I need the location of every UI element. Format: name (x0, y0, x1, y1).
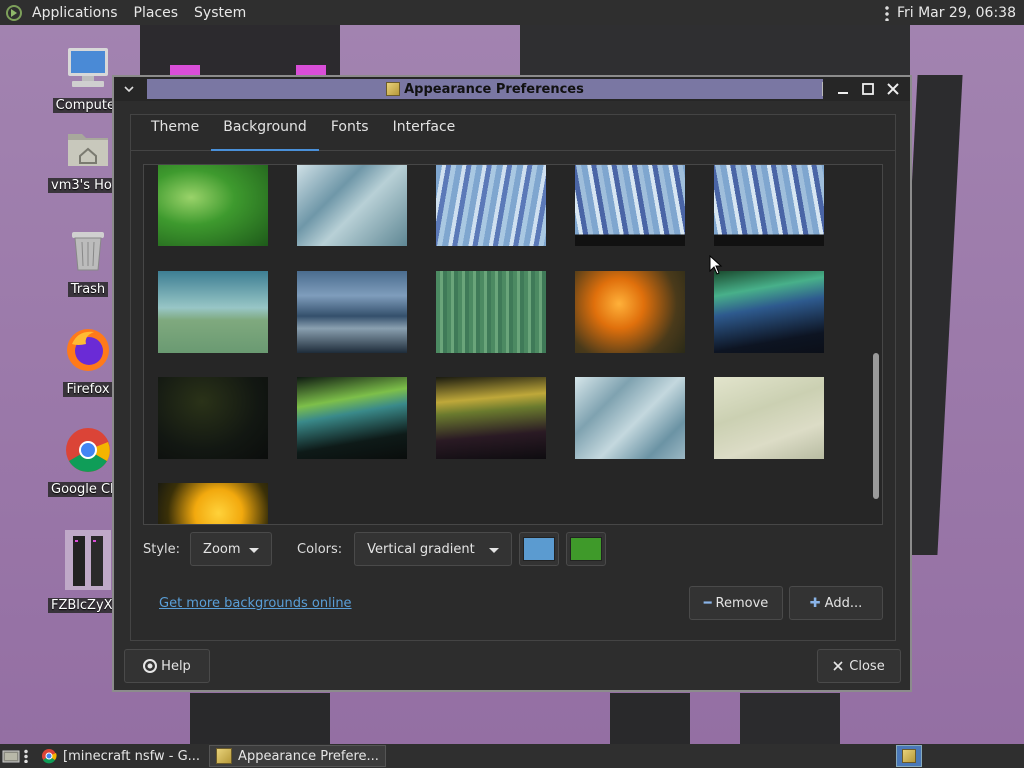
wallpaper-shape (190, 693, 330, 744)
background-list-scrollbar[interactable] (873, 353, 879, 499)
chevron-down-icon (489, 548, 500, 553)
appearance-icon (216, 748, 233, 764)
wallpaper-shape (610, 693, 690, 744)
colors-label: Colors: (297, 541, 343, 557)
chevron-down-icon (249, 548, 260, 553)
add-label: Add... (824, 595, 863, 611)
mate-logo-icon[interactable] (6, 4, 22, 21)
style-value: Zoom (203, 541, 241, 557)
minimize-button[interactable] (832, 78, 854, 100)
trash-icon (72, 232, 104, 271)
primary-color-button[interactable] (519, 532, 560, 566)
bottom-taskbar: [minecraft nsfw - G... Appearance Prefer… (0, 744, 1024, 768)
background-list[interactable] (143, 164, 883, 525)
plus-icon: ✚ (809, 595, 821, 611)
menu-places[interactable]: Places (134, 5, 179, 21)
top-panel: Applications Places System Fri Mar 29, 0… (0, 0, 1024, 25)
preferences-notebook: Theme Background Fonts Interface Style: … (130, 114, 896, 641)
background-thumbnail[interactable] (714, 377, 824, 459)
task-label: Appearance Prefere... (238, 748, 379, 764)
appearance-icon (386, 82, 401, 96)
secondary-color-swatch (570, 537, 603, 561)
chrome-icon (66, 428, 110, 472)
tab-theme[interactable]: Theme (139, 114, 211, 150)
home-folder-icon (68, 134, 108, 166)
window-title-area[interactable]: Appearance Preferences (147, 79, 823, 99)
background-thumbnail[interactable] (575, 377, 685, 459)
desktop-icon-label: Firefox (63, 382, 113, 397)
window-controls (822, 77, 904, 101)
background-thumbnail[interactable] (297, 165, 407, 246)
help-button[interactable]: Help (124, 649, 210, 683)
background-thumbnail[interactable] (436, 165, 546, 246)
menu-applications[interactable]: Applications (32, 5, 118, 21)
computer-icon (68, 48, 108, 87)
background-thumbnail[interactable] (158, 271, 268, 353)
style-colors-row: Style: Zoom Colors: Vertical gradient (143, 531, 883, 567)
panel-clock[interactable]: Fri Mar 29, 06:38 (897, 5, 1016, 21)
window-titlebar[interactable]: Appearance Preferences (114, 77, 910, 101)
appearance-icon (902, 749, 916, 763)
desktop-icon-label: Trash (67, 282, 109, 297)
tab-background[interactable]: Background (211, 114, 319, 151)
minimize-icon (838, 92, 848, 94)
tray-appearance-icon[interactable] (896, 745, 922, 767)
image-file-icon (65, 530, 111, 590)
style-label: Style: (143, 541, 181, 557)
background-thumbnail[interactable] (297, 271, 407, 353)
help-label: Help (161, 658, 191, 674)
remove-button[interactable]: ━ Remove (689, 586, 783, 620)
close-button[interactable]: Close (817, 649, 901, 683)
mouse-cursor-icon (709, 255, 723, 275)
minus-icon: ━ (703, 595, 712, 611)
add-button[interactable]: ✚ Add... (789, 586, 883, 620)
help-icon (143, 659, 158, 673)
show-desktop-icon[interactable] (2, 747, 20, 765)
background-thumbnail[interactable] (158, 165, 268, 246)
close-icon (887, 83, 899, 95)
background-thumbnail[interactable] (575, 165, 685, 246)
taskbar-handle-icon[interactable] (24, 749, 28, 763)
colors-value: Vertical gradient (367, 541, 475, 557)
secondary-color-button[interactable] (566, 532, 607, 566)
get-more-backgrounds-link[interactable]: Get more backgrounds online (159, 596, 352, 611)
chevron-down-icon (124, 86, 134, 92)
background-actions-row: Get more backgrounds online ━ Remove ✚ A… (143, 585, 883, 621)
background-thumbnail[interactable] (158, 377, 268, 459)
close-window-button[interactable] (882, 78, 904, 100)
wallpaper-shape (740, 693, 840, 744)
firefox-icon (67, 329, 109, 371)
background-thumbnail[interactable] (714, 165, 824, 246)
tab-interface[interactable]: Interface (381, 114, 468, 150)
background-thumbnail[interactable] (575, 271, 685, 353)
colors-dropdown[interactable]: Vertical gradient (354, 532, 513, 566)
primary-color-swatch (523, 537, 556, 561)
close-label: Close (849, 658, 885, 674)
task-label: [minecraft nsfw - G... (63, 748, 201, 764)
maximize-button[interactable] (857, 78, 879, 100)
taskbar-task-chrome[interactable]: [minecraft nsfw - G... (34, 745, 207, 767)
background-thumbnail[interactable] (714, 271, 824, 353)
background-thumbnail[interactable] (436, 271, 546, 353)
remove-label: Remove (715, 595, 769, 611)
window-title: Appearance Preferences (404, 81, 584, 97)
menu-system[interactable]: System (194, 5, 246, 21)
appearance-preferences-window: Appearance Preferences Theme Background … (112, 75, 912, 692)
background-thumbnail[interactable] (297, 377, 407, 459)
tab-fonts[interactable]: Fonts (319, 114, 381, 150)
background-thumbnail[interactable] (436, 377, 546, 459)
close-icon (833, 661, 843, 671)
background-thumbnail[interactable] (158, 483, 268, 524)
maximize-icon (862, 83, 874, 95)
chrome-icon (42, 749, 57, 764)
style-dropdown[interactable]: Zoom (190, 532, 273, 566)
panel-handle-icon[interactable] (884, 4, 889, 21)
tab-bar: Theme Background Fonts Interface (131, 115, 895, 151)
taskbar-task-appearance[interactable]: Appearance Prefere... (209, 745, 386, 767)
window-menu-button[interactable] (114, 77, 144, 101)
